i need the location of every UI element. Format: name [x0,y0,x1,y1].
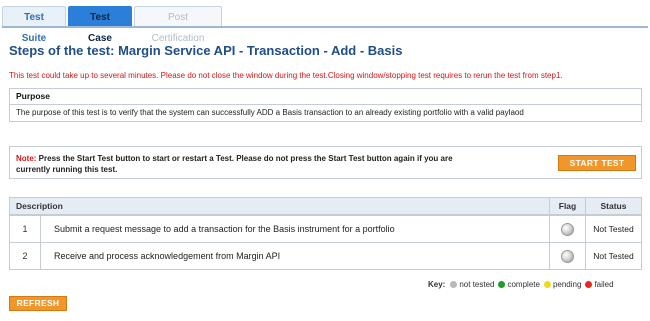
purpose-text: The purpose of this test is to verify th… [16,108,524,117]
gray-dot-icon [450,281,458,288]
tab-divider [2,26,648,28]
steps-table-header: Description Flag Status [10,198,641,215]
yellow-dot-icon [543,281,551,288]
key-item-pending: pending [543,280,582,289]
refresh-button[interactable]: REFRESH [9,296,67,311]
header-status: Status [600,201,627,211]
step-status: Not Tested [593,251,634,261]
note-message: Press the Start Test button to start or … [16,154,453,174]
step-number: 1 [10,216,41,242]
flag-cell [550,216,586,242]
green-dot-icon [498,281,506,288]
note-panel: Note: Press the Start Test button to sta… [9,146,642,179]
header-flag: Flag [550,198,586,214]
table-row: 2 Receive and process acknowledgement fr… [10,242,641,269]
key-item-failed: failed [585,280,614,289]
tab-post-certification[interactable]: Post Certification [134,6,222,44]
status-key: Key: not tested complete pending failed [428,280,618,289]
table-row: 1 Submit a request message to add a tran… [10,215,641,242]
red-dot-icon [585,281,593,288]
key-item-not-tested: not tested [450,280,494,289]
note-label: Note: [16,154,37,163]
flag-cell [550,243,586,269]
note-text: Note: Press the Start Test button to sta… [16,153,456,175]
gray-circle-icon [561,222,574,236]
step-description: Receive and process acknowledgement from… [41,243,550,269]
purpose-heading: Purpose [10,89,641,105]
step-status: Not Tested [593,224,634,234]
tab-test-case[interactable]: Test Case [68,6,132,44]
key-label: failed [594,280,614,289]
tab-test-suite[interactable]: Test Suite [2,6,66,44]
key-label: not tested [459,280,495,289]
key-label: complete [507,280,540,289]
page-title: Steps of the test: Margin Service API - … [9,43,403,58]
key-label: pending [552,280,582,289]
key-title: Key: [428,280,446,289]
key-item-complete: complete [498,280,540,289]
purpose-panel: Purpose The purpose of this test is to v… [9,88,642,122]
tab-bar: Test Suite Test Case Post Certification [2,4,648,44]
warning-message: This test could take up to several minut… [9,71,563,80]
step-description: Submit a request message to add a transa… [41,216,550,242]
steps-table: Description Flag Status 1 Submit a reque… [9,197,642,270]
gray-circle-icon [561,249,574,263]
step-number: 2 [10,243,41,269]
start-test-button[interactable]: START TEST [558,155,636,171]
header-description: Description [10,198,550,214]
